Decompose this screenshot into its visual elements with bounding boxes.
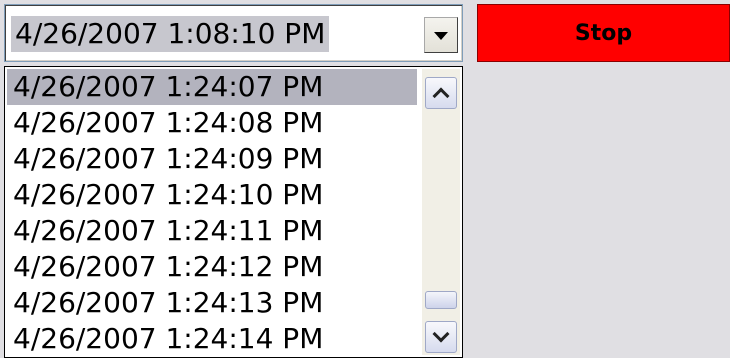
timestamp-combobox[interactable]: 4/26/2007 1:08:10 PM <box>4 4 463 62</box>
scroll-up-button[interactable] <box>425 77 457 109</box>
dropdown-button[interactable] <box>424 17 458 53</box>
app-window: 4/26/2007 1:08:10 PM Stop 4/26/2007 1:24… <box>0 0 730 358</box>
vertical-scrollbar[interactable] <box>422 69 460 355</box>
list-item[interactable]: 4/26/2007 1:24:11 PM <box>7 213 417 249</box>
list-item[interactable]: 4/26/2007 1:24:13 PM <box>7 285 417 321</box>
scroll-down-button[interactable] <box>425 321 457 353</box>
list-item[interactable]: 4/26/2007 1:24:09 PM <box>7 141 417 177</box>
stop-button[interactable]: Stop <box>477 4 730 62</box>
chevron-down-icon <box>432 325 450 343</box>
chevron-up-icon <box>432 87 450 105</box>
list-item[interactable]: 4/26/2007 1:24:07 PM <box>7 69 417 105</box>
list-item[interactable]: 4/26/2007 1:24:08 PM <box>7 105 417 141</box>
list-items: 4/26/2007 1:24:07 PM 4/26/2007 1:24:08 P… <box>7 69 417 357</box>
combobox-selected-value[interactable]: 4/26/2007 1:08:10 PM <box>11 16 330 52</box>
timestamp-dropdown-list[interactable]: 4/26/2007 1:24:07 PM 4/26/2007 1:24:08 P… <box>4 66 463 358</box>
list-item[interactable]: 4/26/2007 1:24:12 PM <box>7 249 417 285</box>
scrollbar-thumb[interactable] <box>425 291 457 309</box>
triangle-down-icon <box>434 32 448 40</box>
list-item[interactable]: 4/26/2007 1:24:14 PM <box>7 321 417 357</box>
list-item[interactable]: 4/26/2007 1:24:10 PM <box>7 177 417 213</box>
